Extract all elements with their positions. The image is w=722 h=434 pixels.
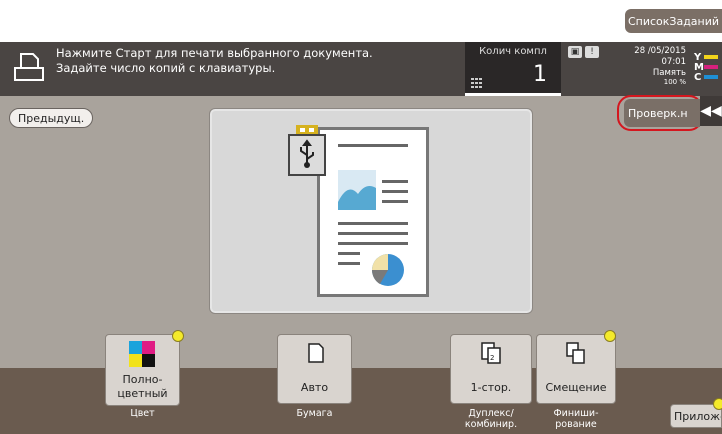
status-message: Нажмите Старт для печати выбранного доку… xyxy=(56,46,373,76)
duplex-button[interactable]: 2 1-стор. xyxy=(450,334,532,404)
finishing-button[interactable]: Смещение xyxy=(536,330,616,404)
toner-m-bar xyxy=(704,65,718,69)
document-thumbnail xyxy=(317,127,429,297)
check-details-button[interactable]: Проверк.н xyxy=(624,99,700,127)
finishing-indicator-dot xyxy=(604,330,616,342)
toner-levels: Y M C xyxy=(694,52,722,83)
copies-value: 1 xyxy=(533,62,547,87)
color-indicator-dot xyxy=(172,330,184,342)
toner-y-bar xyxy=(704,55,718,59)
color-squares-icon xyxy=(129,341,155,367)
application-indicator-dot xyxy=(713,398,722,410)
lock-icon: ▣ xyxy=(568,46,582,58)
toner-m: M xyxy=(694,62,722,73)
time: 07:01 xyxy=(661,57,687,67)
toner-y: Y xyxy=(694,52,722,63)
color-label1: Полно- xyxy=(122,373,163,386)
screen: СписокЗаданий Нажмите Старт для печати в… xyxy=(0,0,722,434)
memory-value: 100 % xyxy=(663,78,686,86)
finishing-sub-line1: Финиши- xyxy=(553,408,599,419)
alert-icon: ! xyxy=(585,46,599,58)
finishing-sub-line2: рование xyxy=(555,419,597,430)
date: 28 /05/2015 xyxy=(634,46,686,56)
usb-icon xyxy=(288,125,326,176)
paper-sub-label: Бумага xyxy=(296,408,333,419)
status-message-line1: Нажмите Старт для печати выбранного доку… xyxy=(56,46,373,60)
datetime: 28 /05/2015 07:01 Память 100 % xyxy=(622,46,686,86)
collapse-panel-icon[interactable]: ◀◀ xyxy=(700,96,722,126)
finishing-label: Смещение xyxy=(545,381,607,394)
content-area: Предыдущ. Проверк.н ◀◀ xyxy=(0,95,722,368)
paper-icon xyxy=(308,343,324,363)
copies-label: Колич компл xyxy=(479,46,547,57)
printer-icon xyxy=(14,53,44,81)
color-label2: цветный xyxy=(117,387,168,400)
duplex-icon: 2 xyxy=(481,342,501,364)
toner-c-bar xyxy=(704,75,718,79)
keypad-icon xyxy=(471,78,482,88)
status-icons: ▣ ! xyxy=(568,46,599,58)
duplex-sub-line2: комбинир. xyxy=(464,419,518,430)
svg-text:2: 2 xyxy=(490,354,494,362)
duplex-sub-label: Дуплекс/ комбинир. xyxy=(450,408,532,430)
status-message-line2: Задайте число копий с клавиатуры. xyxy=(56,61,276,75)
document-graphic xyxy=(338,144,408,286)
duplex-sub-line1: Дуплекс/ xyxy=(468,408,514,419)
status-bar: Нажмите Старт для печати выбранного доку… xyxy=(0,42,722,96)
offset-icon xyxy=(566,342,585,364)
duplex-label: 1-стор. xyxy=(470,381,512,394)
toner-c: C xyxy=(694,71,722,83)
document-preview xyxy=(209,108,533,314)
color-sub-label: Цвет xyxy=(130,408,155,419)
finishing-sub-label: Финиши- рование xyxy=(536,408,616,430)
color-mode-button[interactable]: Полно- цветный xyxy=(105,330,184,406)
copies-box[interactable]: Колич компл 1 xyxy=(465,42,561,96)
toner-c-letter: C xyxy=(694,71,702,83)
job-list-button[interactable]: СписокЗаданий xyxy=(625,9,722,33)
previous-button[interactable]: Предыдущ. xyxy=(9,108,94,128)
paper-label: Авто xyxy=(300,381,329,394)
paper-button[interactable]: Авто xyxy=(277,334,352,404)
